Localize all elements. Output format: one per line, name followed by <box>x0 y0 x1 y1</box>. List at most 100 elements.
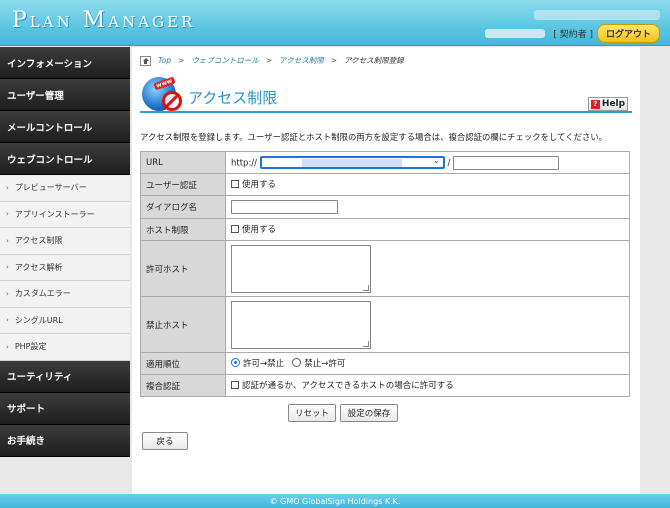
chevron-right-icon: › <box>6 342 9 351</box>
form-row-dialog: ダイアログ名 <box>140 195 630 219</box>
sidebar-item-label: PHP設定 <box>14 342 47 352</box>
footer: © GMO GlobalSign Holdings K.K. <box>0 494 670 508</box>
logout-button[interactable]: ログアウト <box>596 24 660 43</box>
sidebar-subitem-preview-server[interactable]: › プレビューサーバー <box>0 175 130 202</box>
sidebar-item-label: シングルURL <box>14 315 63 325</box>
sidebar-subitem-single-url[interactable]: › シングルURL <box>0 307 130 334</box>
help-button[interactable]: ? Help <box>588 97 628 111</box>
sidebar-item-label: サポート <box>7 404 46 415</box>
form-row-deny-host: 禁止ホスト <box>140 296 630 353</box>
sidebar-item-label: プレビューサーバー <box>14 183 87 193</box>
header-user-area: [ 契約者 ] ログアウト <box>485 24 660 43</box>
page-description: アクセス制限を登録します。ユーザー認証とホスト制限の両方を設定する場合は、複合認… <box>140 132 608 142</box>
order-option-1-label: 許可→禁止 <box>243 358 285 369</box>
reset-button[interactable]: リセット <box>288 404 336 422</box>
sidebar-item-mail-control[interactable]: メールコントロール <box>0 111 130 143</box>
chevron-down-icon: ⌄ <box>433 156 440 165</box>
sidebar-item-support[interactable]: サポート <box>0 392 130 425</box>
form-row-combined: 複合認証 認証が通るか、アクセスできるホストの場合に許可する <box>140 374 630 397</box>
breadcrumb: Top > ウェブコントロール > アクセス制限 > アクセス制限登録 <box>140 55 404 66</box>
form-row-user-auth: ユーザー認証 使用する <box>140 173 630 196</box>
sidebar-subitem-app-installer[interactable]: › アプリインストーラー <box>0 201 130 228</box>
combined-auth-check-label: 認証が通るか、アクセスできるホストの場合に許可する <box>242 381 454 391</box>
sidebar-item-label: ユーザー管理 <box>7 90 64 102</box>
host-limit-label: ホスト制限 <box>140 218 226 241</box>
chevron-right-icon: › <box>6 210 9 219</box>
domain-select[interactable]: ⌄ <box>259 156 445 169</box>
sidebar-subitem-php-settings[interactable]: › PHP設定 <box>0 334 130 361</box>
sidebar-item-user-management[interactable]: ユーザー管理 <box>0 79 130 111</box>
sidebar-item-label: メールコントロール <box>7 122 93 134</box>
www-badge-icon: www <box>153 76 176 91</box>
deny-host-label: 禁止ホスト <box>140 296 226 353</box>
sidebar-subitem-access-analysis[interactable]: › アクセス解析 <box>0 254 130 281</box>
order-option-2-label: 禁止→許可 <box>304 358 346 369</box>
breadcrumb-top[interactable]: Top <box>158 56 171 65</box>
page-title: アクセス制限 <box>188 89 278 107</box>
prohibited-icon <box>162 91 182 111</box>
header: Plan Manager [ 契約者 ] ログアウト <box>0 0 670 46</box>
url-prefix: http:// <box>231 158 258 168</box>
allow-host-textarea[interactable] <box>231 244 371 293</box>
order-allow-deny-radio[interactable] <box>231 358 240 368</box>
deny-host-textarea[interactable] <box>231 300 371 349</box>
user-info-redacted <box>534 10 660 20</box>
combined-auth-label: 複合認証 <box>140 374 226 397</box>
host-limit-checkbox[interactable] <box>231 225 239 233</box>
breadcrumb-current: アクセス制限登録 <box>344 56 404 65</box>
back-button[interactable]: 戻る <box>142 432 188 450</box>
sidebar: インフォメーション ユーザー管理 メールコントロール ウェブコントロール › プレ… <box>0 47 130 462</box>
breadcrumb-web-control[interactable]: ウェブコントロール <box>191 55 259 66</box>
user-auth-checkbox[interactable] <box>231 180 239 188</box>
sidebar-item-web-control[interactable]: ウェブコントロール <box>0 143 130 175</box>
allow-host-label: 許可ホスト <box>140 240 226 297</box>
combined-auth-checkbox[interactable] <box>231 381 239 389</box>
sidebar-item-label: ウェブコントロール <box>7 154 93 166</box>
page-title-row: www アクセス制限 ? Help <box>140 73 632 113</box>
sidebar-item-label: カスタムエラー <box>14 289 71 299</box>
url-label: URL <box>140 151 226 174</box>
sidebar-item-label: インフォメーション <box>7 58 93 70</box>
form-row-allow-host: 許可ホスト <box>140 240 630 297</box>
form-row-order: 適用順位 許可→禁止 禁止→許可 <box>140 352 630 375</box>
order-deny-allow-radio[interactable] <box>292 358 302 368</box>
sidebar-item-utility[interactable]: ユーティリティ <box>0 360 130 393</box>
order-label: 適用順位 <box>140 352 226 375</box>
sidebar-subitem-access-limit[interactable]: › アクセス制限 <box>0 228 130 255</box>
sidebar-item-procedures[interactable]: お手続き <box>0 424 130 457</box>
sidebar-item-label: アプリインストーラー <box>14 209 95 219</box>
app-logo: Plan Manager <box>12 8 196 33</box>
chevron-right-icon: › <box>6 263 9 272</box>
breadcrumb-separator: > <box>178 56 185 65</box>
dialog-name-label: ダイアログ名 <box>140 195 226 219</box>
access-limit-form: URL http:// ⌄ / ユーザー認証 使用する ダイアログ名 ホスト制限… <box>140 151 630 397</box>
home-icon[interactable] <box>140 55 151 66</box>
chevron-right-icon: › <box>6 183 9 192</box>
sidebar-item-label: ユーティリティ <box>7 372 73 383</box>
help-label: Help <box>601 99 626 109</box>
chevron-right-icon: › <box>6 236 9 245</box>
main-content: Top > ウェブコントロール > アクセス制限 > アクセス制限登録 www … <box>132 47 640 494</box>
question-icon: ? <box>590 99 600 109</box>
breadcrumb-access-limit[interactable]: アクセス制限 <box>279 55 324 66</box>
host-limit-check-label: 使用する <box>242 225 277 235</box>
sidebar-item-information[interactable]: インフォメーション <box>0 47 130 79</box>
chevron-right-icon: › <box>6 316 9 325</box>
dialog-name-input[interactable] <box>231 200 338 214</box>
sidebar-subitem-custom-error[interactable]: › カスタムエラー <box>0 281 130 308</box>
user-auth-check-label: 使用する <box>242 180 277 190</box>
form-row-url: URL http:// ⌄ / <box>140 151 630 174</box>
save-settings-button[interactable]: 設定の保存 <box>340 404 398 422</box>
breadcrumb-separator: > <box>330 56 338 65</box>
chevron-right-icon: › <box>6 289 9 298</box>
url-slash: / <box>447 158 451 168</box>
user-auth-label: ユーザー認証 <box>140 173 226 196</box>
form-row-host-limit: ホスト制限 使用する <box>140 218 630 241</box>
account-name-redacted <box>485 29 546 38</box>
sidebar-item-label: お手続き <box>7 436 46 447</box>
sidebar-item-label: アクセス制限 <box>14 236 63 246</box>
url-path-input[interactable] <box>453 155 560 170</box>
sidebar-item-label: アクセス解析 <box>14 262 63 272</box>
breadcrumb-separator: > <box>265 56 273 65</box>
contractor-label: [ 契約者 ] <box>553 30 593 40</box>
